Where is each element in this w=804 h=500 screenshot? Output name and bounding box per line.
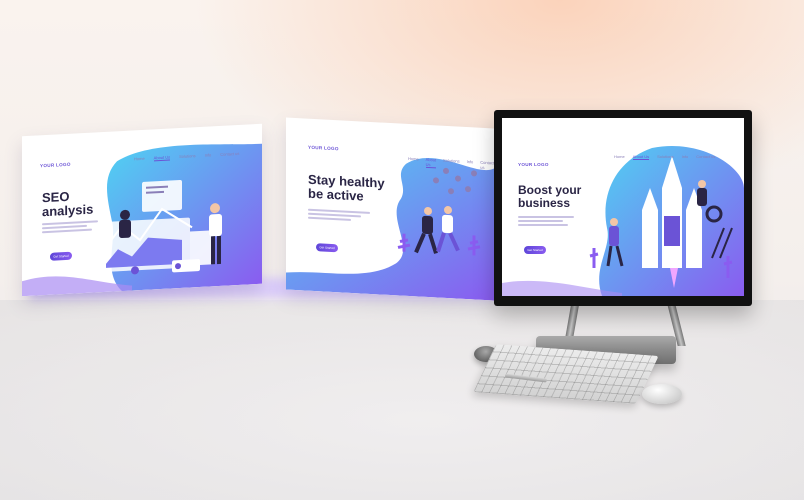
- monitor: YOUR LOGO Home About Us Solutions Info C…: [494, 110, 752, 306]
- mouse[interactable]: [642, 384, 682, 404]
- get-started-button[interactable]: Get Started: [524, 246, 546, 254]
- landing-page-health: YOUR LOGO Home About Us Solutions Info C…: [286, 117, 494, 301]
- hero-title: SEO analysis: [42, 188, 94, 219]
- nav-solutions[interactable]: Solutions: [179, 153, 195, 160]
- nav-home[interactable]: Home: [614, 154, 625, 160]
- nav-home[interactable]: Home: [134, 156, 145, 163]
- nav-solutions[interactable]: Solutions: [657, 154, 673, 160]
- nav-about[interactable]: About Us: [632, 154, 650, 160]
- nav-about[interactable]: About Us: [153, 154, 171, 162]
- nav-info[interactable]: Info: [682, 154, 689, 160]
- nav-about[interactable]: About Us: [425, 156, 437, 169]
- nav-solutions[interactable]: Solutions: [443, 158, 459, 170]
- landing-page-seo: YOUR LOGO Home About Us Solutions Info C…: [22, 123, 262, 297]
- nav-menu: Home About Us Solutions Info Contact us: [614, 154, 715, 160]
- logo[interactable]: YOUR LOGO: [518, 162, 549, 167]
- nav-home[interactable]: Home: [408, 156, 419, 168]
- hero-title: Stay healthy be active: [308, 171, 385, 204]
- nav-info[interactable]: Info: [205, 152, 212, 158]
- hero-title: Boost your business: [518, 183, 582, 210]
- nav-contact[interactable]: Contact us: [220, 151, 239, 158]
- landing-page-business: YOUR LOGO Home About Us Solutions Info C…: [502, 118, 744, 296]
- nav-contact[interactable]: Contact us: [696, 154, 715, 160]
- nav-info[interactable]: Info: [467, 159, 474, 170]
- nav-contact[interactable]: Contact us: [480, 160, 494, 172]
- get-started-button[interactable]: Get Started: [316, 243, 338, 253]
- floor: [0, 300, 804, 500]
- hero-body-text: [518, 216, 574, 228]
- get-started-button[interactable]: Get Started: [50, 251, 72, 261]
